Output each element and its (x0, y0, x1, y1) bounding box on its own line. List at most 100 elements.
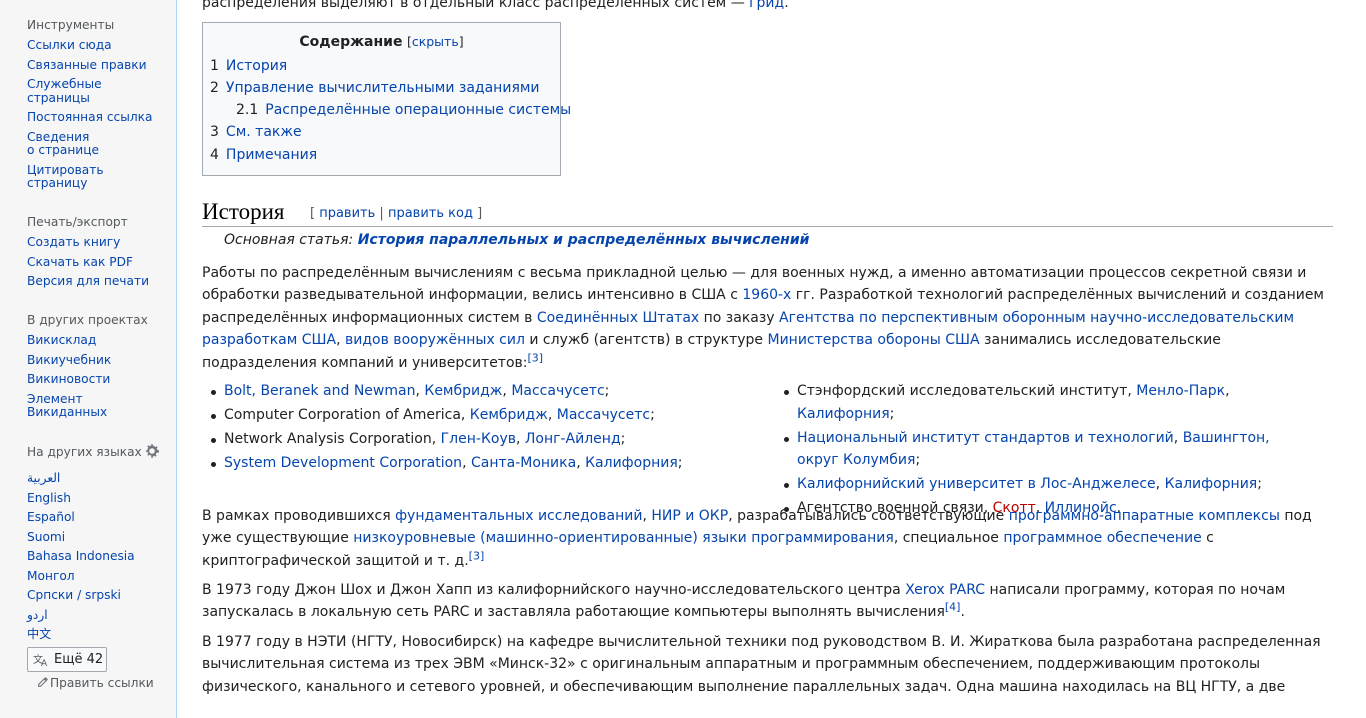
reference-3[interactable]: [3] (469, 549, 485, 562)
link-sdc[interactable]: System Development Corporation (224, 455, 462, 471)
link-california[interactable]: Калифорния (585, 455, 678, 471)
language-link-urdu[interactable]: اردو (27, 608, 48, 622)
link-armed-forces[interactable]: видов вооружённых сил (345, 332, 525, 348)
language-link-spanish[interactable]: Español (27, 510, 75, 524)
language-link-arabic[interactable]: العربية (27, 471, 60, 485)
link-1960s[interactable]: 1960-х (742, 287, 791, 303)
language-link-chinese[interactable]: 中文 (27, 627, 51, 641)
link-hw-sw-complexes[interactable]: программно-аппаратные комплексы (1009, 508, 1280, 524)
toc-item-label[interactable]: См. также (226, 124, 302, 140)
text: , (1225, 383, 1230, 399)
link-california[interactable]: Калифорния (797, 406, 890, 422)
reference-4[interactable]: [4] (945, 601, 961, 614)
language-link-english[interactable]: English (27, 491, 71, 505)
link-cambridge[interactable]: Кембридж (470, 407, 548, 423)
toc-item-label[interactable]: Управление вычислительными заданиями (226, 80, 540, 96)
text: , (1173, 429, 1183, 446)
language-link-mongolian[interactable]: Монгол (27, 569, 75, 583)
paragraph-history-4: В 1977 году в НЭТИ (НГТУ, Новосибирск) н… (202, 631, 1333, 698)
print-portal: Печать/экспорт Создать книгу Скачать как… (27, 214, 167, 295)
text: ; (604, 383, 610, 399)
link-dod[interactable]: Министерства обороны США (767, 332, 979, 348)
table-of-contents: Содержание [скрыть] 1 История 2 Управление… (202, 22, 571, 176)
sidebar-link-download-pdf[interactable]: Скачать как PDF (27, 255, 133, 269)
link-massachusetts[interactable]: Массачусетс (511, 383, 604, 399)
sidebar-link-cite[interactable]: Цитировать страницу (27, 163, 104, 191)
sidebar-link-wikidata-item[interactable]: Элемент Викиданных (27, 392, 107, 420)
edit-links-link[interactable]: Править ссылки (37, 676, 154, 690)
link-rnd[interactable]: НИР и ОКР (651, 508, 728, 524)
text: , (642, 508, 652, 524)
toc-item-label[interactable]: Распределённые операционные системы (265, 102, 571, 118)
gear-icon[interactable] (145, 444, 159, 462)
link-ucla[interactable]: Калифорнийский университет в Лос-Анджеле… (797, 476, 1156, 492)
edit-section-link[interactable]: править (319, 206, 375, 221)
sidebar-link-permanent-link[interactable]: Постоянная ссылка (27, 110, 152, 124)
link-long-island[interactable]: Лонг-Айленд (525, 431, 621, 447)
link-santa-monica[interactable]: Санта-Моника (471, 455, 576, 471)
toc-item-3[interactable]: 3 См. также (210, 124, 302, 140)
sidebar-link-wikibooks[interactable]: Викиучебник (27, 353, 111, 367)
text: ; (889, 405, 895, 422)
hatnote-prefix: Основная статья: (224, 232, 358, 248)
more-languages-button[interactable]: 文 A Ещё 42 (27, 647, 107, 672)
link-nist[interactable]: Национальный институт стандартов и техно… (797, 430, 1174, 446)
link-usa[interactable]: Соединённых Штатах (537, 310, 699, 326)
sidebar-link-create-book[interactable]: Создать книгу (27, 235, 120, 249)
link-software[interactable]: программное обеспечение (1003, 530, 1201, 546)
language-link-indonesian[interactable]: Bahasa Indonesia (27, 549, 135, 563)
link-fundamental-research[interactable]: фундаментальных исследований (395, 508, 642, 524)
link-massachusetts[interactable]: Массачусетс (557, 407, 650, 423)
sidebar-link-commons[interactable]: Викисклад (27, 333, 96, 347)
projects-heading: В других проектах (27, 313, 148, 327)
text: , (516, 431, 525, 447)
link-glen-cove[interactable]: Глен-Коув (441, 431, 516, 447)
sidebar-link-page-info[interactable]: Сведения о странице (27, 130, 99, 158)
paragraph-history-1: Работы по распределённым вычислениям с в… (202, 262, 1333, 374)
text: и служб (агентств) в структуре (524, 332, 768, 349)
language-link-serbian[interactable]: Српски / srpski (27, 588, 121, 602)
hatnote: Основная статья: История параллельных и … (224, 232, 809, 248)
section-heading: История [ править | править код ] (202, 199, 1333, 227)
paragraph-history-2: В рамках проводившихся фундаментальных и… (202, 505, 1333, 572)
sidebar: Инструменты Ссылки сюда Связанные правки… (0, 0, 176, 694)
toc-toggle: [скрыть] (407, 34, 464, 49)
link-low-level-languages[interactable]: низкоуровневые (машинно-ориентированные)… (353, 530, 894, 546)
reference-3[interactable]: [3] (528, 351, 544, 364)
text: по заказу (699, 309, 780, 326)
tools-portal: Инструменты Ссылки сюда Связанные правки… (27, 17, 167, 197)
text: ; (915, 452, 921, 468)
toc-item-label[interactable]: Примечания (226, 147, 317, 163)
language-link-finnish[interactable]: Suomi (27, 530, 65, 544)
text: , (547, 407, 557, 423)
toc-item-2-1[interactable]: 2.1 Распределённые операционные системы (236, 102, 571, 118)
sidebar-link-what-links-here[interactable]: Ссылки сюда (27, 38, 112, 52)
text: Network Analysis Corporation, (224, 431, 441, 447)
toc-item-1[interactable]: 1 История (210, 58, 287, 74)
link-grid[interactable]: грид (749, 0, 784, 11)
toc-item-label[interactable]: История (226, 58, 287, 74)
toc-hide-link[interactable]: скрыть (412, 34, 459, 49)
sidebar-link-wikinews[interactable]: Викиновости (27, 372, 110, 386)
hatnote-link[interactable]: История параллельных и распределённых вы… (358, 232, 810, 248)
link-california[interactable]: Калифорния (1165, 476, 1258, 492)
sidebar-link-related-changes[interactable]: Связанные правки (27, 58, 147, 72)
toc-item-4[interactable]: 4 Примечания (210, 147, 317, 163)
link-bbn[interactable]: Bolt, Beranek and Newman (224, 383, 415, 399)
edit-bracket-open: [ (310, 206, 316, 221)
link-cambridge[interactable]: Кембридж (424, 383, 502, 399)
intro-tail-end: . (784, 0, 789, 11)
languages-heading: На других языках (27, 444, 167, 462)
text: , (462, 455, 471, 471)
list-item: Network Analysis Corporation, Глен-Коув,… (202, 428, 772, 451)
link-xerox-parc[interactable]: Xerox PARC (905, 582, 985, 598)
edit-source-link[interactable]: править код (388, 206, 473, 221)
sidebar-link-special-pages[interactable]: Служебные страницы (27, 77, 102, 105)
text: Computer Corporation of America, (224, 407, 470, 423)
link-menlo-park[interactable]: Менло-Парк (1136, 383, 1225, 399)
section-edit-links: [ править | править код ] (310, 206, 482, 221)
text: ; (677, 455, 683, 471)
sidebar-link-printable[interactable]: Версия для печати (27, 274, 149, 288)
toc-item-2[interactable]: 2 Управление вычислительными заданиями (210, 80, 540, 96)
toc-item-number: 2.1 (236, 102, 259, 118)
